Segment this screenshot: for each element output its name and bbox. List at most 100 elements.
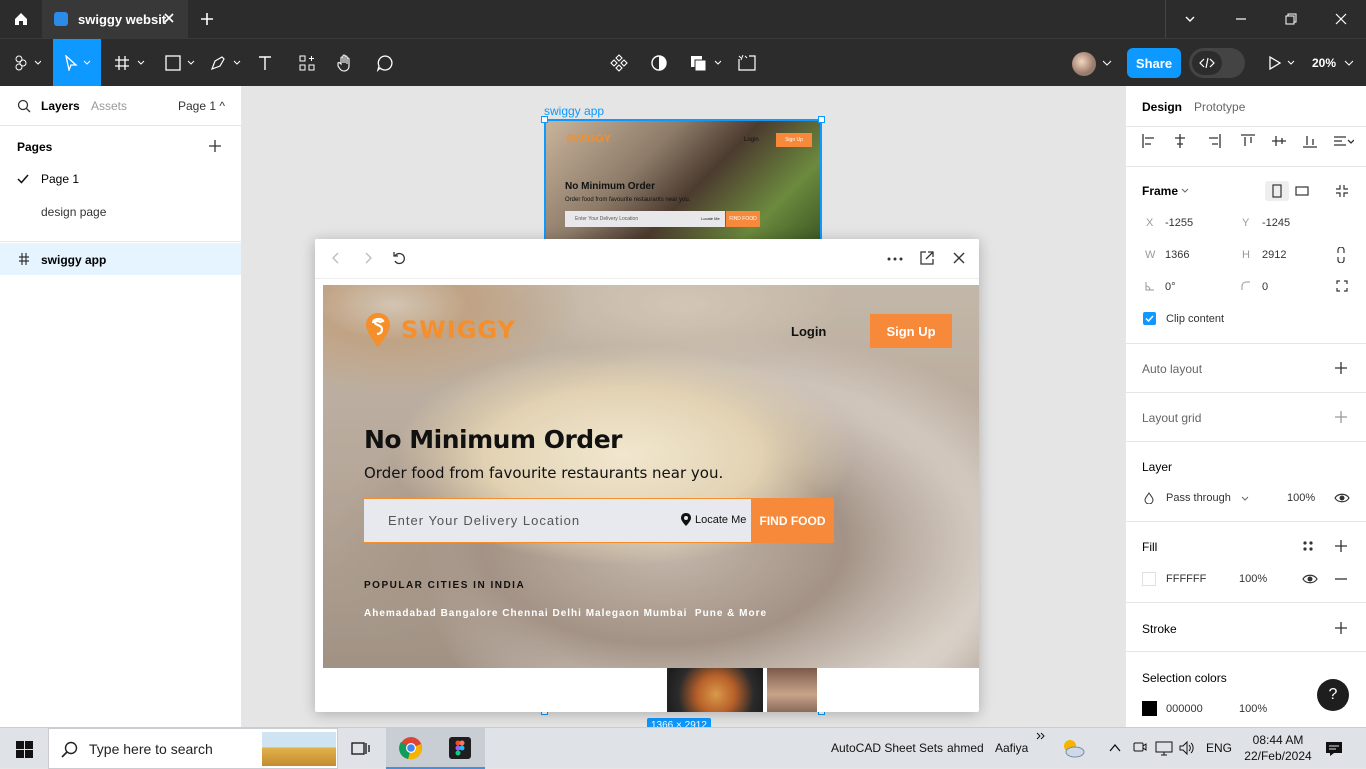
add-layout-grid-icon[interactable]	[1334, 410, 1348, 424]
layer-opacity-input[interactable]: 100%	[1287, 492, 1315, 504]
add-page-icon[interactable]	[208, 139, 222, 153]
frame-swiggy-app[interactable]: SWIGGY Login Sign Up No Minimum Order Or…	[544, 119, 822, 241]
dev-handoff-button[interactable]	[736, 39, 758, 87]
x-input[interactable]: -1255	[1165, 217, 1193, 229]
more-icon[interactable]	[887, 257, 903, 261]
pen-tool-button[interactable]	[208, 39, 244, 87]
taskbar-toolbar-autocad[interactable]: AutoCAD Sheet Sets	[831, 741, 943, 755]
remove-fill-icon[interactable]	[1334, 578, 1348, 580]
h-input[interactable]: 2912	[1262, 249, 1286, 261]
y-input[interactable]: -1245	[1262, 217, 1290, 229]
constrain-proportions-icon[interactable]	[1336, 247, 1346, 263]
dev-mode-toggle[interactable]	[1189, 48, 1245, 78]
notifications-icon[interactable]	[1325, 740, 1343, 758]
frame-tool-button[interactable]	[112, 39, 148, 87]
network-icon[interactable]	[1155, 740, 1173, 756]
styles-icon[interactable]	[1302, 540, 1314, 552]
tab-layers[interactable]: Layers	[41, 99, 80, 113]
file-tab[interactable]: swiggy websit	[42, 0, 188, 38]
selection-color-hex[interactable]: 000000	[1166, 703, 1203, 715]
independent-corners-icon[interactable]	[1336, 280, 1348, 292]
portrait-button[interactable]	[1265, 181, 1289, 201]
figma-taskbar-button[interactable]	[435, 728, 485, 769]
chevron-down-icon[interactable]	[1102, 59, 1112, 67]
chevron-down-icon[interactable]	[1181, 188, 1189, 194]
visibility-eye-icon[interactable]	[1302, 573, 1318, 585]
share-button[interactable]: Share	[1127, 48, 1181, 78]
chevron-down-icon[interactable]	[1241, 496, 1249, 502]
meet-now-icon[interactable]	[1133, 740, 1147, 756]
taskbar-toolbar-aafiya[interactable]: Aafiya	[995, 741, 1028, 755]
main-menu-button[interactable]	[8, 39, 46, 87]
rotation-input[interactable]: 0°	[1165, 281, 1176, 293]
frame-label[interactable]: swiggy app	[544, 104, 604, 118]
open-external-icon[interactable]	[919, 250, 935, 266]
minimize-icon[interactable]	[1234, 12, 1248, 26]
mask-button[interactable]	[648, 39, 670, 87]
chevron-down-icon[interactable]	[1183, 12, 1197, 26]
chrome-taskbar-button[interactable]	[386, 728, 436, 769]
resize-to-fit-icon[interactable]	[1335, 184, 1349, 198]
frame-section-title[interactable]: Frame	[1142, 184, 1178, 198]
restore-icon[interactable]	[1284, 12, 1298, 26]
close-window-icon[interactable]	[1334, 12, 1348, 26]
visibility-eye-icon[interactable]	[1334, 492, 1350, 504]
component-button[interactable]	[608, 39, 630, 87]
locate-me-button[interactable]: Locate Me	[681, 513, 746, 526]
tab-design[interactable]: Design	[1142, 100, 1182, 114]
restart-icon[interactable]	[391, 250, 407, 266]
avatar[interactable]	[1072, 52, 1096, 76]
help-button[interactable]: ?	[1317, 679, 1349, 711]
volume-icon[interactable]	[1179, 740, 1195, 756]
taskbar-toolbar-ahmed[interactable]: ahmed	[947, 741, 984, 755]
forward-icon[interactable]	[361, 250, 375, 266]
add-stroke-icon[interactable]	[1334, 621, 1348, 635]
page-item-page-1[interactable]: Page 1	[41, 172, 79, 186]
new-tab-icon[interactable]	[198, 10, 216, 28]
canvas[interactable]: swiggy app SWIGGY Login Sign Up No Minim…	[242, 86, 1125, 727]
expand-toolbar-icon[interactable]	[1036, 732, 1046, 740]
blend-mode-select[interactable]: Pass through	[1166, 492, 1231, 504]
swiggy-logo[interactable]: SWIGGY	[365, 312, 516, 348]
move-tool-button[interactable]	[53, 39, 101, 87]
clip-content-checkbox[interactable]	[1143, 312, 1156, 325]
login-link[interactable]: Login	[791, 324, 826, 339]
home-button[interactable]	[0, 0, 42, 38]
hand-tool-button[interactable]	[334, 39, 356, 87]
w-input[interactable]: 1366	[1165, 249, 1189, 261]
selection-color-swatch[interactable]	[1142, 701, 1157, 716]
page-item-design-page[interactable]: design page	[41, 205, 106, 219]
add-fill-icon[interactable]	[1334, 539, 1348, 553]
chevron-down-icon[interactable]	[1344, 59, 1354, 67]
popular-cities-list[interactable]: Ahemadabad Bangalore Chennai Delhi Maleg…	[364, 608, 767, 619]
page-selector[interactable]: Page 1 ^	[178, 99, 225, 113]
clock[interactable]: 08:44 AM 22/Feb/2024	[1238, 732, 1318, 764]
add-auto-layout-icon[interactable]	[1334, 361, 1348, 375]
zoom-level[interactable]: 20%	[1312, 56, 1336, 70]
fill-hex-input[interactable]: FFFFFF	[1166, 573, 1206, 585]
resize-handle[interactable]	[541, 116, 548, 123]
resize-handle[interactable]	[818, 116, 825, 123]
tab-prototype[interactable]: Prototype	[1194, 100, 1245, 114]
close-tab-icon[interactable]	[162, 11, 176, 25]
signup-button[interactable]: Sign Up	[870, 314, 952, 348]
search-icon[interactable]	[17, 99, 31, 113]
shape-tool-button[interactable]	[160, 39, 200, 87]
find-food-button[interactable]: FIND FOOD	[751, 498, 834, 543]
fill-color-swatch[interactable]	[1142, 572, 1156, 586]
play-icon[interactable]	[1268, 56, 1300, 70]
weather-icon[interactable]	[1059, 736, 1087, 760]
layer-item-swiggy-app[interactable]: swiggy app	[0, 243, 241, 275]
language-indicator[interactable]: ENG	[1206, 741, 1232, 755]
close-icon[interactable]	[951, 250, 967, 266]
landscape-icon[interactable]	[1295, 185, 1309, 197]
chevron-up-icon[interactable]	[1109, 743, 1121, 753]
boolean-button[interactable]	[688, 39, 724, 87]
selection-color-opacity[interactable]: 100%	[1239, 703, 1267, 715]
tab-assets[interactable]: Assets	[91, 99, 127, 113]
resources-button[interactable]	[296, 39, 318, 87]
corner-radius-input[interactable]: 0	[1262, 281, 1268, 293]
back-icon[interactable]	[329, 250, 343, 266]
align-icons[interactable]	[1142, 134, 1354, 148]
fill-opacity-input[interactable]: 100%	[1239, 573, 1267, 585]
